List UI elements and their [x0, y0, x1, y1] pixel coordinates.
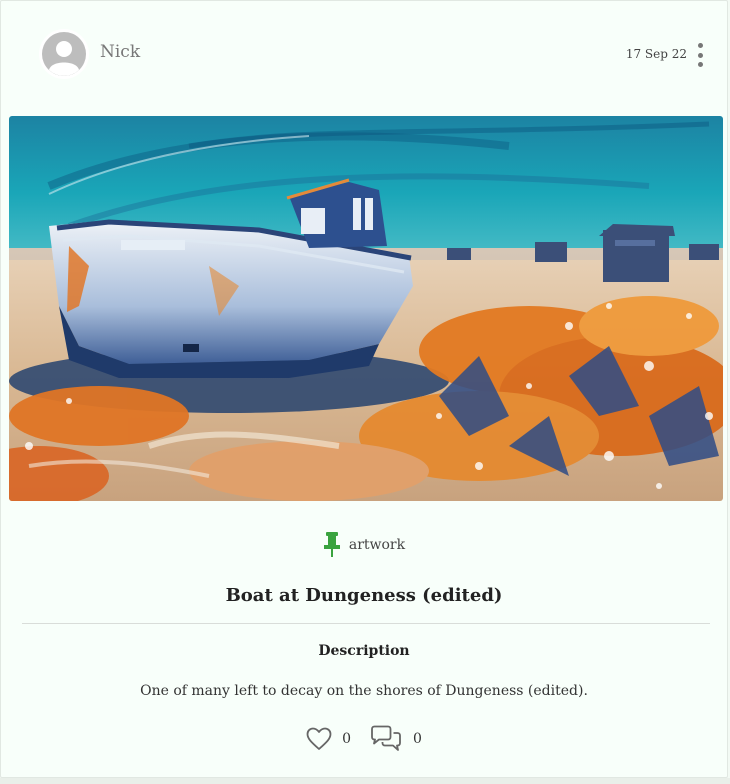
menu-dot — [697, 52, 703, 58]
post-image[interactable] — [9, 116, 723, 501]
divider — [22, 623, 710, 624]
avatar[interactable] — [39, 29, 89, 79]
like-count: 0 — [342, 731, 351, 747]
description-text: One of many left to decay on the shores … — [140, 683, 588, 699]
page-footer-strip — [0, 778, 730, 784]
category-tag[interactable]: artwork — [1, 532, 727, 558]
user-silhouette-icon — [42, 32, 86, 76]
heart-outline-icon — [306, 727, 332, 750]
pushpin-icon — [323, 532, 340, 557]
comment-count: 0 — [413, 731, 422, 747]
post-date: 17 Sep 22 — [625, 47, 687, 61]
post-actions: 0 0 — [1, 724, 727, 754]
comment-button[interactable]: 0 — [369, 724, 422, 754]
kebab-menu-icon[interactable] — [695, 43, 705, 67]
post-header: Nick 17 Sep 22 — [1, 1, 727, 106]
boat-painting — [9, 116, 723, 501]
speech-bubbles-icon — [371, 725, 401, 751]
post-title: Boat at Dungeness (edited) — [225, 585, 503, 606]
post-card: Nick 17 Sep 22 artwork Boat at Dungeness… — [0, 0, 728, 778]
like-button[interactable]: 0 — [306, 724, 351, 754]
menu-dot — [697, 62, 703, 67]
menu-dot — [697, 43, 703, 48]
author-name[interactable]: Nick — [100, 41, 140, 63]
description-heading: Description — [318, 643, 410, 659]
category-label: artwork — [348, 537, 406, 553]
